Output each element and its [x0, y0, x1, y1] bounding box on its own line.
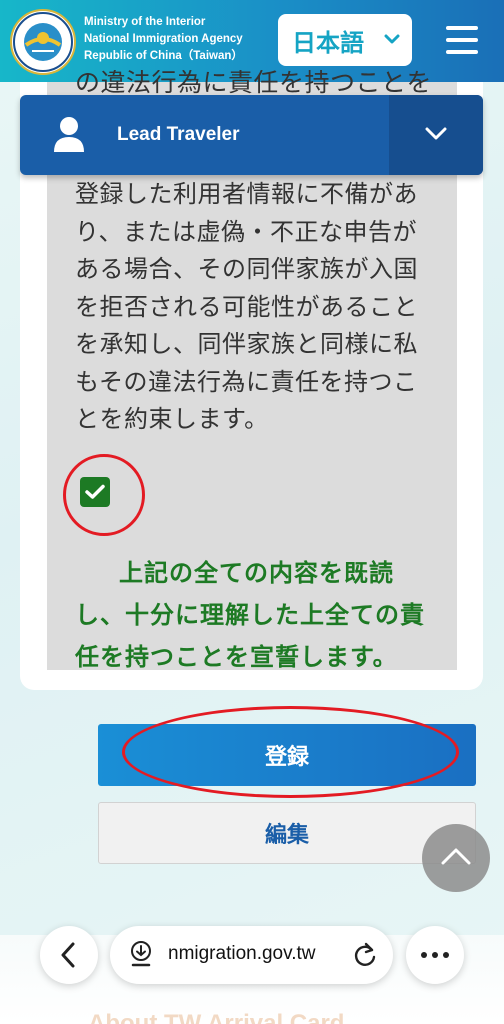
lead-traveler-bar[interactable]: Lead Traveler: [20, 95, 483, 175]
reload-icon[interactable]: [353, 942, 377, 968]
download-icon: [131, 941, 151, 967]
scroll-to-top-button[interactable]: [422, 824, 490, 892]
notice-line: り、または虚偽・不正な申告が: [75, 217, 418, 246]
notice-text: 登録した利用者情報に不備があ り、または虚偽・不正な申告が ある場合、その同伴家…: [75, 176, 425, 439]
person-icon: [54, 117, 84, 152]
agency-name: Ministry of the Interior National Immigr…: [84, 14, 243, 65]
browser-more-button[interactable]: [406, 926, 464, 984]
annotation-circle-register: [122, 706, 459, 798]
notice-line: ある場合、その同伴家族が入国: [75, 255, 418, 283]
footer-heading: About TW Arrival Card: [88, 1010, 345, 1024]
chevron-left-icon: [61, 942, 75, 968]
browser-address-bar[interactable]: nmigration.gov.tw: [110, 926, 393, 984]
language-select[interactable]: 日本語: [278, 14, 412, 66]
agency-line-nia: National Immigration Agency: [84, 33, 243, 45]
lead-traveler-title: Lead Traveler: [117, 124, 240, 145]
more-icon: [421, 952, 449, 958]
agency-line-roc: Republic of China（Taiwan）: [84, 50, 243, 62]
chevron-down-icon: [425, 127, 447, 140]
scrolled-text-line: の違法行為に責任を持つことを: [75, 70, 433, 95]
chevron-up-icon: [441, 848, 471, 865]
notice-line: もその違法行為に責任を持つこ: [75, 367, 418, 396]
edit-button[interactable]: 編集: [98, 802, 476, 864]
agree-statement[interactable]: 上記の全ての内容を既読し、十分に理解した上全ての責任を持つことを宣誓します。: [75, 552, 435, 670]
nia-emblem-icon[interactable]: [10, 9, 76, 75]
notice-line: を拒否される可能性があること: [75, 292, 418, 321]
traveler-expand-toggle[interactable]: [389, 95, 483, 175]
annotation-circle-checkbox: [63, 454, 145, 536]
browser-back-button[interactable]: [40, 926, 98, 984]
browser-url[interactable]: nmigration.gov.tw: [168, 943, 346, 965]
notice-line: を承知し、同伴家族と同様に私: [75, 330, 418, 358]
chevron-down-icon: [384, 34, 400, 44]
language-selected: 日本語: [292, 28, 364, 57]
notice-line: 登録した利用者情報に不備があ: [75, 180, 418, 208]
notice-line: とを約束します。: [75, 405, 269, 433]
hamburger-menu-icon[interactable]: [446, 26, 478, 54]
agency-line-ministry: Ministry of the Interior: [84, 16, 206, 28]
